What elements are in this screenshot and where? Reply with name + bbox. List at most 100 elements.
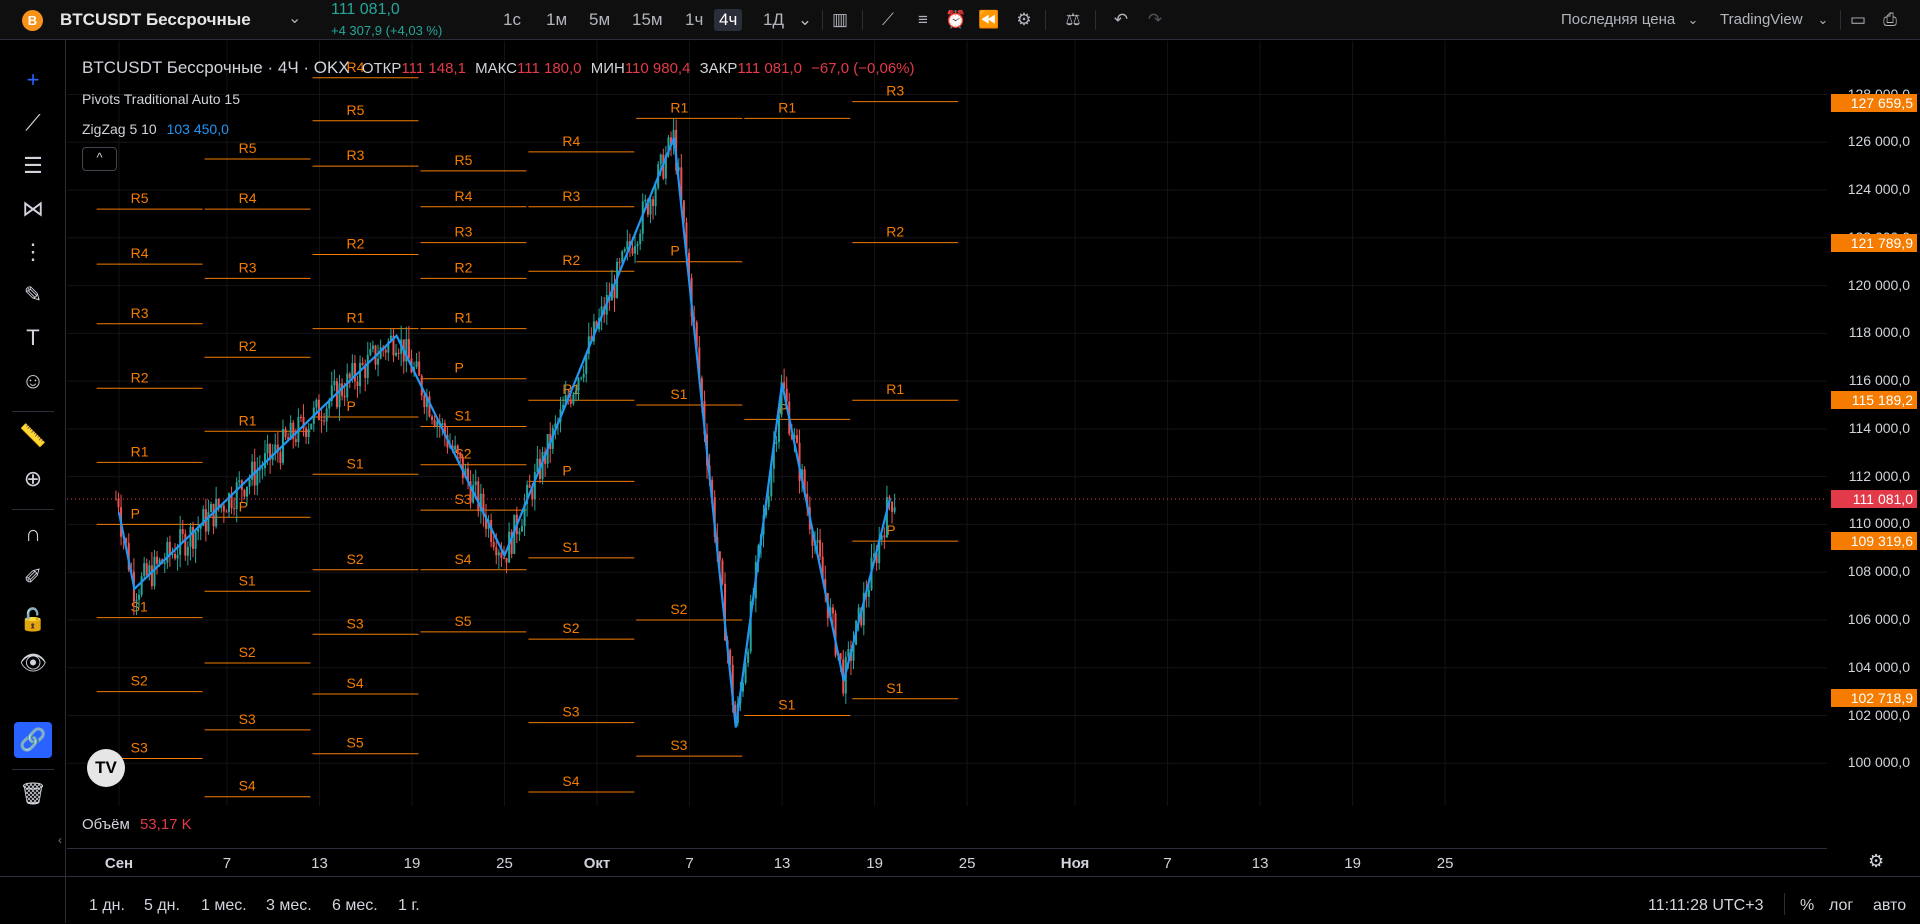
pivot-label-r3: R3 [131,305,149,321]
chevron-down-icon[interactable]: ⌄ [1681,9,1705,31]
candles-icon[interactable]: ▥ [828,9,852,31]
divider [12,769,54,770]
candle-up [248,479,251,487]
timeframe-1d[interactable]: 1Д [758,9,789,31]
text-icon[interactable]: T [14,320,52,356]
zoom-in-icon[interactable]: ⊕ [14,461,52,497]
brush-icon[interactable]: ✎ [14,277,52,313]
templates-icon[interactable]: ≡ [911,9,935,31]
undo-icon[interactable]: ↶ [1109,9,1133,31]
chevron-down-icon[interactable]: ⌄ [1811,9,1835,31]
candle-down [631,247,634,254]
scales-icon[interactable]: ⚖ [1061,9,1085,31]
time-axis[interactable]: Сен 7 13 19 25 Окт 7 13 19 25 Ноя 7 13 19 25 [67,848,1827,877]
alert-icon[interactable]: ⏰ [944,9,968,31]
candle-up [371,345,374,349]
candle-up [636,244,639,247]
percent-toggle[interactable]: % [1800,897,1814,915]
ruler-icon[interactable]: 📏 [14,418,52,454]
auto-toggle[interactable]: авто [1873,897,1906,915]
provider-select[interactable]: TradingView [1720,11,1803,28]
timeframe-1s[interactable]: 1с [498,9,526,31]
log-toggle[interactable]: лог [1829,897,1853,915]
pivot-label-r1: R1 [670,99,688,115]
price-tick: 120 000,0 [1847,276,1910,293]
replay-icon[interactable]: ⏪ [977,9,1001,31]
link-icon[interactable]: 🔗 [14,722,52,758]
candle-up [574,390,577,395]
fib-retracement-icon[interactable]: ☰ [14,148,52,184]
candle-up [775,442,778,445]
range-3m[interactable]: 3 мес. [266,897,312,915]
price-type-select[interactable]: Последняя цена [1561,11,1675,28]
pivot-label-r4: R4 [562,133,580,149]
gear-icon[interactable]: ⚙ [1012,9,1036,31]
timeframe-4h[interactable]: 4ч [714,9,743,31]
legend-open: 111 148,1 [401,60,466,77]
range-5d[interactable]: 5 дн. [144,897,180,915]
candle-down [361,362,364,365]
pivots-indicator[interactable]: Pivots Traditional Auto 15 [82,91,240,107]
pivot-label-r3: R3 [239,259,257,275]
price-chart[interactable]: R5 R4 R3 R2 R1 P S1 S2 S3 R5 R4 R3 R2 R1 P S1 S2 S3 S4 R5 R4… [67,41,1827,806]
fullscreen-icon[interactable]: ▭ [1846,9,1870,31]
candle-up [395,352,398,356]
candle-down [505,557,508,563]
legend-high-label: МАКС [475,60,518,77]
lock-pencil-icon[interactable]: ✐ [14,559,52,595]
legend-symbol[interactable]: BTCUSDT Бессрочные · 4Ч · OKX [82,58,350,77]
volume-legend[interactable]: Объём 53,17 K [82,816,192,833]
chevron-down-icon[interactable]: ⌄ [288,8,301,28]
timeframe-1h[interactable]: 1ч [680,9,708,31]
candle-up [816,539,819,543]
timeframe-15m[interactable]: 15м [627,9,668,31]
redo-icon[interactable]: ↷ [1143,9,1167,31]
collapse-toolbar-icon[interactable]: ‹ [58,833,62,847]
range-1y[interactable]: 1 г. [398,897,420,915]
pivot-label-s1: S1 [239,572,256,588]
candle-down [431,416,434,420]
legend-low: 110 980,4 [624,60,691,77]
volume-label: Объём [82,816,130,833]
candle-up [245,486,248,497]
candle-up [186,546,189,556]
indicators-icon[interactable]: ⟋ [876,9,900,31]
candle-up [369,348,372,356]
settings-gear-icon[interactable]: ⚙ [1868,851,1884,872]
collapse-legend-button[interactable]: ^ [82,147,117,171]
candle-up [333,380,336,386]
candle-up [659,154,662,165]
pivot-label-r1: R1 [347,310,365,326]
candle-down [343,395,346,398]
pivot-label-p: P [347,398,356,414]
pivot-label-s5: S5 [347,735,364,751]
crosshair-icon[interactable]: + [14,62,52,98]
volume-value: 53,17 K [139,816,192,833]
emoji-icon[interactable]: ☺ [14,363,52,399]
price-axis[interactable]: 128 000,0126 000,0124 000,0122 000,0120 … [1828,41,1920,846]
trash-icon[interactable]: 🗑 [14,776,52,812]
trend-line-icon[interactable]: ⟋ [14,105,52,141]
range-6m[interactable]: 6 мес. [332,897,378,915]
candle-up [623,249,626,252]
symbol-name[interactable]: BTCUSDT Бессрочные [60,10,251,30]
magnet-icon[interactable]: ∩ [14,516,52,552]
lock-icon[interactable]: 🔓 [14,602,52,638]
projection-icon[interactable]: ⋮ [14,234,52,270]
pivot-label-r5: R5 [239,140,257,156]
pattern-icon[interactable]: ⋈ [14,191,52,227]
range-1d[interactable]: 1 дн. [89,897,125,915]
pivot-label-r5: R5 [454,152,472,168]
divider [12,509,54,510]
candle-down [384,349,387,353]
chevron-down-icon[interactable]: ⌄ [793,9,817,31]
timeframe-1m[interactable]: 1м [541,9,572,31]
eye-icon[interactable]: 👁 [14,645,52,681]
candle-down [184,533,187,556]
range-1m[interactable]: 1 мес. [201,897,247,915]
timeframe-5m[interactable]: 5м [584,9,615,31]
camera-icon[interactable]: ⎙ [1878,9,1902,31]
zigzag-indicator[interactable]: ZigZag 5 10 103 450,0 [82,121,229,137]
tradingview-logo[interactable]: TV [87,749,125,787]
clock[interactable]: 11:11:28 UTC+3 [1648,897,1763,915]
